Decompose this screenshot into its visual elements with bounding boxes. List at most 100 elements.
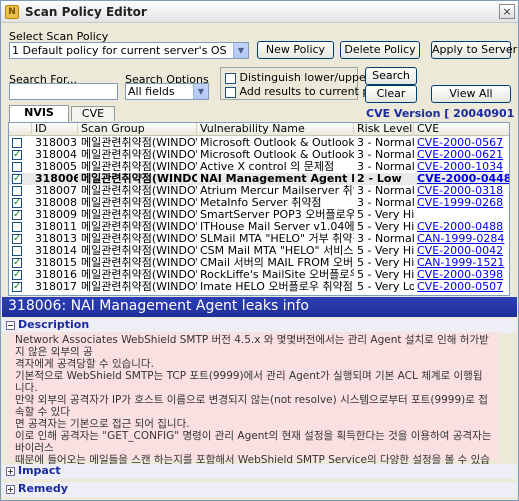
cell-cve[interactable]: CVE-2000-1034 [414, 161, 509, 173]
row-checkbox[interactable] [12, 257, 22, 269]
description-line: 격자에게 공격당할 수 있습니다. [15, 358, 154, 370]
row-checkbox[interactable] [12, 281, 22, 293]
row-checkbox[interactable] [12, 197, 22, 209]
remedy-section-header[interactable]: + Remedy [2, 482, 517, 497]
column-header-id[interactable]: ID [32, 123, 78, 136]
cell-group: 메일관련취약점(WINDOWS) [81, 221, 197, 233]
row-checkbox-cell[interactable] [9, 197, 32, 209]
cell-name: MetaInfo Server 취약점 [200, 197, 322, 209]
row-checkbox-cell[interactable] [9, 173, 32, 185]
row-checkbox-cell[interactable] [9, 269, 32, 281]
impact-label: Impact [18, 464, 61, 477]
row-checkbox[interactable] [12, 246, 22, 256]
cell-risk: 5 - Very High [357, 269, 414, 281]
table-row[interactable]: 318003 메일관련취약점(WINDOWS)Microsoft Outlook … [9, 137, 509, 149]
cell-group: 메일관련취약점(WINDOWS) [81, 245, 197, 257]
policy-select[interactable]: 1 Default policy for current server's OS… [9, 42, 249, 59]
cell-group: 메일관련취약점(WINDOWS) [81, 209, 197, 221]
row-checkbox-cell[interactable] [9, 185, 32, 197]
row-checkbox[interactable] [12, 162, 22, 172]
cell-risk: 5 - Very High [357, 257, 414, 269]
tab-nvis[interactable]: NVIS [9, 105, 69, 122]
row-checkbox-cell[interactable] [9, 221, 32, 233]
cell-name: Microsoft Outlook & Outlook Expre... [200, 149, 354, 161]
column-header-check[interactable] [9, 123, 32, 136]
row-checkbox[interactable] [12, 138, 22, 148]
column-header-cve[interactable]: CVE [414, 123, 509, 136]
row-checkbox[interactable] [12, 222, 22, 232]
cell-cve[interactable]: CVE-2000-0398 [414, 269, 509, 281]
table-row[interactable]: 318015 메일관련취약점(WINDOWS)CMail 서버의 MAIL FRO… [9, 257, 509, 269]
cell-cve[interactable]: CAN-1999-0284 [414, 233, 509, 245]
row-checkbox-cell[interactable] [9, 233, 32, 245]
tab-cve[interactable]: CVE [71, 106, 115, 121]
cell-risk: 3 - Normal [357, 137, 414, 149]
cell-name: RockLiffe's MailSite 오버플로우 취... [200, 269, 354, 281]
table-row[interactable]: 318017 메일관련취약점(WINDOWS)Imate HELO 오버플로우 취… [9, 281, 509, 293]
table-row[interactable]: 318009 메일관련취약점(WINDOWS)SmartServer POP3 오… [9, 209, 509, 221]
cell-id: 318006 [35, 173, 78, 185]
column-header-vulnerability-name[interactable]: Vulnerability Name [197, 123, 354, 136]
table-row[interactable]: 318005 메일관련취약점(WINDOWS)Active X control 의… [9, 161, 509, 173]
distinguish-case-checkbox[interactable] [225, 72, 236, 84]
cell-name: Imate HELO 오버플로우 취약점 [200, 281, 353, 293]
cell-risk: 2 - Low [357, 173, 402, 185]
row-checkbox-cell[interactable] [9, 161, 32, 173]
new-policy-button[interactable]: New Policy [257, 41, 334, 59]
view-all-button[interactable]: View All [431, 85, 511, 103]
row-checkbox-cell[interactable] [9, 257, 32, 269]
cell-cve[interactable]: CVE-2000-0507 [414, 281, 509, 293]
cell-cve[interactable]: CVE-1999-0268 [414, 197, 509, 209]
chevron-down-icon[interactable]: ▼ [193, 84, 208, 99]
cell-cve[interactable]: CAN-1999-1521 [414, 257, 509, 269]
row-checkbox-cell[interactable] [9, 245, 32, 257]
chevron-down-icon[interactable]: ▼ [233, 43, 248, 58]
cell-name: Active X control 의 문제점 [200, 161, 335, 173]
clear-button[interactable]: Clear [365, 85, 417, 103]
window-title: Scan Policy Editor [25, 5, 147, 19]
description-body: Network Associates WebShield SMTP 버전 4.5… [9, 332, 498, 478]
cell-id: 318003 [35, 137, 77, 149]
row-checkbox[interactable] [12, 233, 22, 245]
cell-cve[interactable]: CVE-2000-0318 [414, 185, 509, 197]
apply-to-server-button[interactable]: Apply to Server [431, 41, 517, 59]
cell-name: SmartServer POP3 오버플로우 취... [200, 209, 354, 221]
search-input[interactable] [9, 83, 118, 100]
row-checkbox[interactable] [12, 173, 22, 185]
cell-risk: 5 - Very High [357, 209, 414, 221]
description-section-header[interactable]: − Description [2, 318, 517, 333]
row-checkbox[interactable] [12, 186, 22, 196]
row-checkbox[interactable] [12, 269, 22, 281]
table-row[interactable]: 318004 메일관련취약점(WINDOWS)Microsoft Outlook … [9, 149, 509, 161]
search-options-select[interactable]: All fields ▼ [125, 83, 209, 100]
cell-cve[interactable]: CVE-2000-0567 [414, 137, 509, 149]
column-header-risk-level[interactable]: Risk Level [354, 123, 414, 136]
row-checkbox[interactable] [12, 149, 22, 161]
expand-icon[interactable]: + [6, 466, 15, 476]
table-row[interactable]: 318007 메일관련취약점(WINDOWS)Atrium Mercur Mail… [9, 185, 509, 197]
cell-cve[interactable]: CVE-2000-0621 [414, 149, 509, 161]
add-results-checkbox[interactable] [225, 86, 236, 98]
delete-policy-button[interactable]: Delete Policy [340, 41, 420, 59]
table-row[interactable]: 318006메일관련취약점(WINDO...NAI Management Age… [9, 173, 509, 185]
row-checkbox-cell[interactable] [9, 137, 32, 149]
expand-icon[interactable]: + [6, 484, 15, 494]
table-row[interactable]: 318014 메일관련취약점(WINDOWS)CSM Mail MTA "HELO… [9, 245, 509, 257]
cell-cve[interactable]: CVE-2000-0042 [414, 245, 509, 257]
table-row[interactable]: 318016 메일관련취약점(WINDOWS)RockLiffe's MailSi… [9, 269, 509, 281]
column-header-scan-group[interactable]: Scan Group [78, 123, 197, 136]
row-checkbox-cell[interactable] [9, 281, 32, 293]
row-checkbox-cell[interactable] [9, 149, 32, 161]
row-checkbox[interactable] [12, 209, 22, 221]
close-button[interactable]: × [499, 4, 515, 19]
collapse-icon[interactable]: − [6, 320, 15, 330]
table-row[interactable]: 318008 메일관련취약점(WINDOWS)MetaInfo Server 취약… [9, 197, 509, 209]
table-row[interactable]: 318013 메일관련취약점(WINDOWS)SLMail MTA "HELO" … [9, 233, 509, 245]
table-row[interactable]: 318011 메일관련취약점(WINDOWS)ITHouse Mail Serve… [9, 221, 509, 233]
row-checkbox-cell[interactable] [9, 209, 32, 221]
cell-cve[interactable]: CVE-2000-0448 [414, 173, 509, 185]
cell-cve[interactable] [414, 209, 509, 221]
impact-section-header[interactable]: + Impact [2, 464, 517, 479]
cell-cve[interactable]: CVE-2000-0488 [414, 221, 509, 233]
search-button[interactable]: Search [365, 67, 417, 85]
